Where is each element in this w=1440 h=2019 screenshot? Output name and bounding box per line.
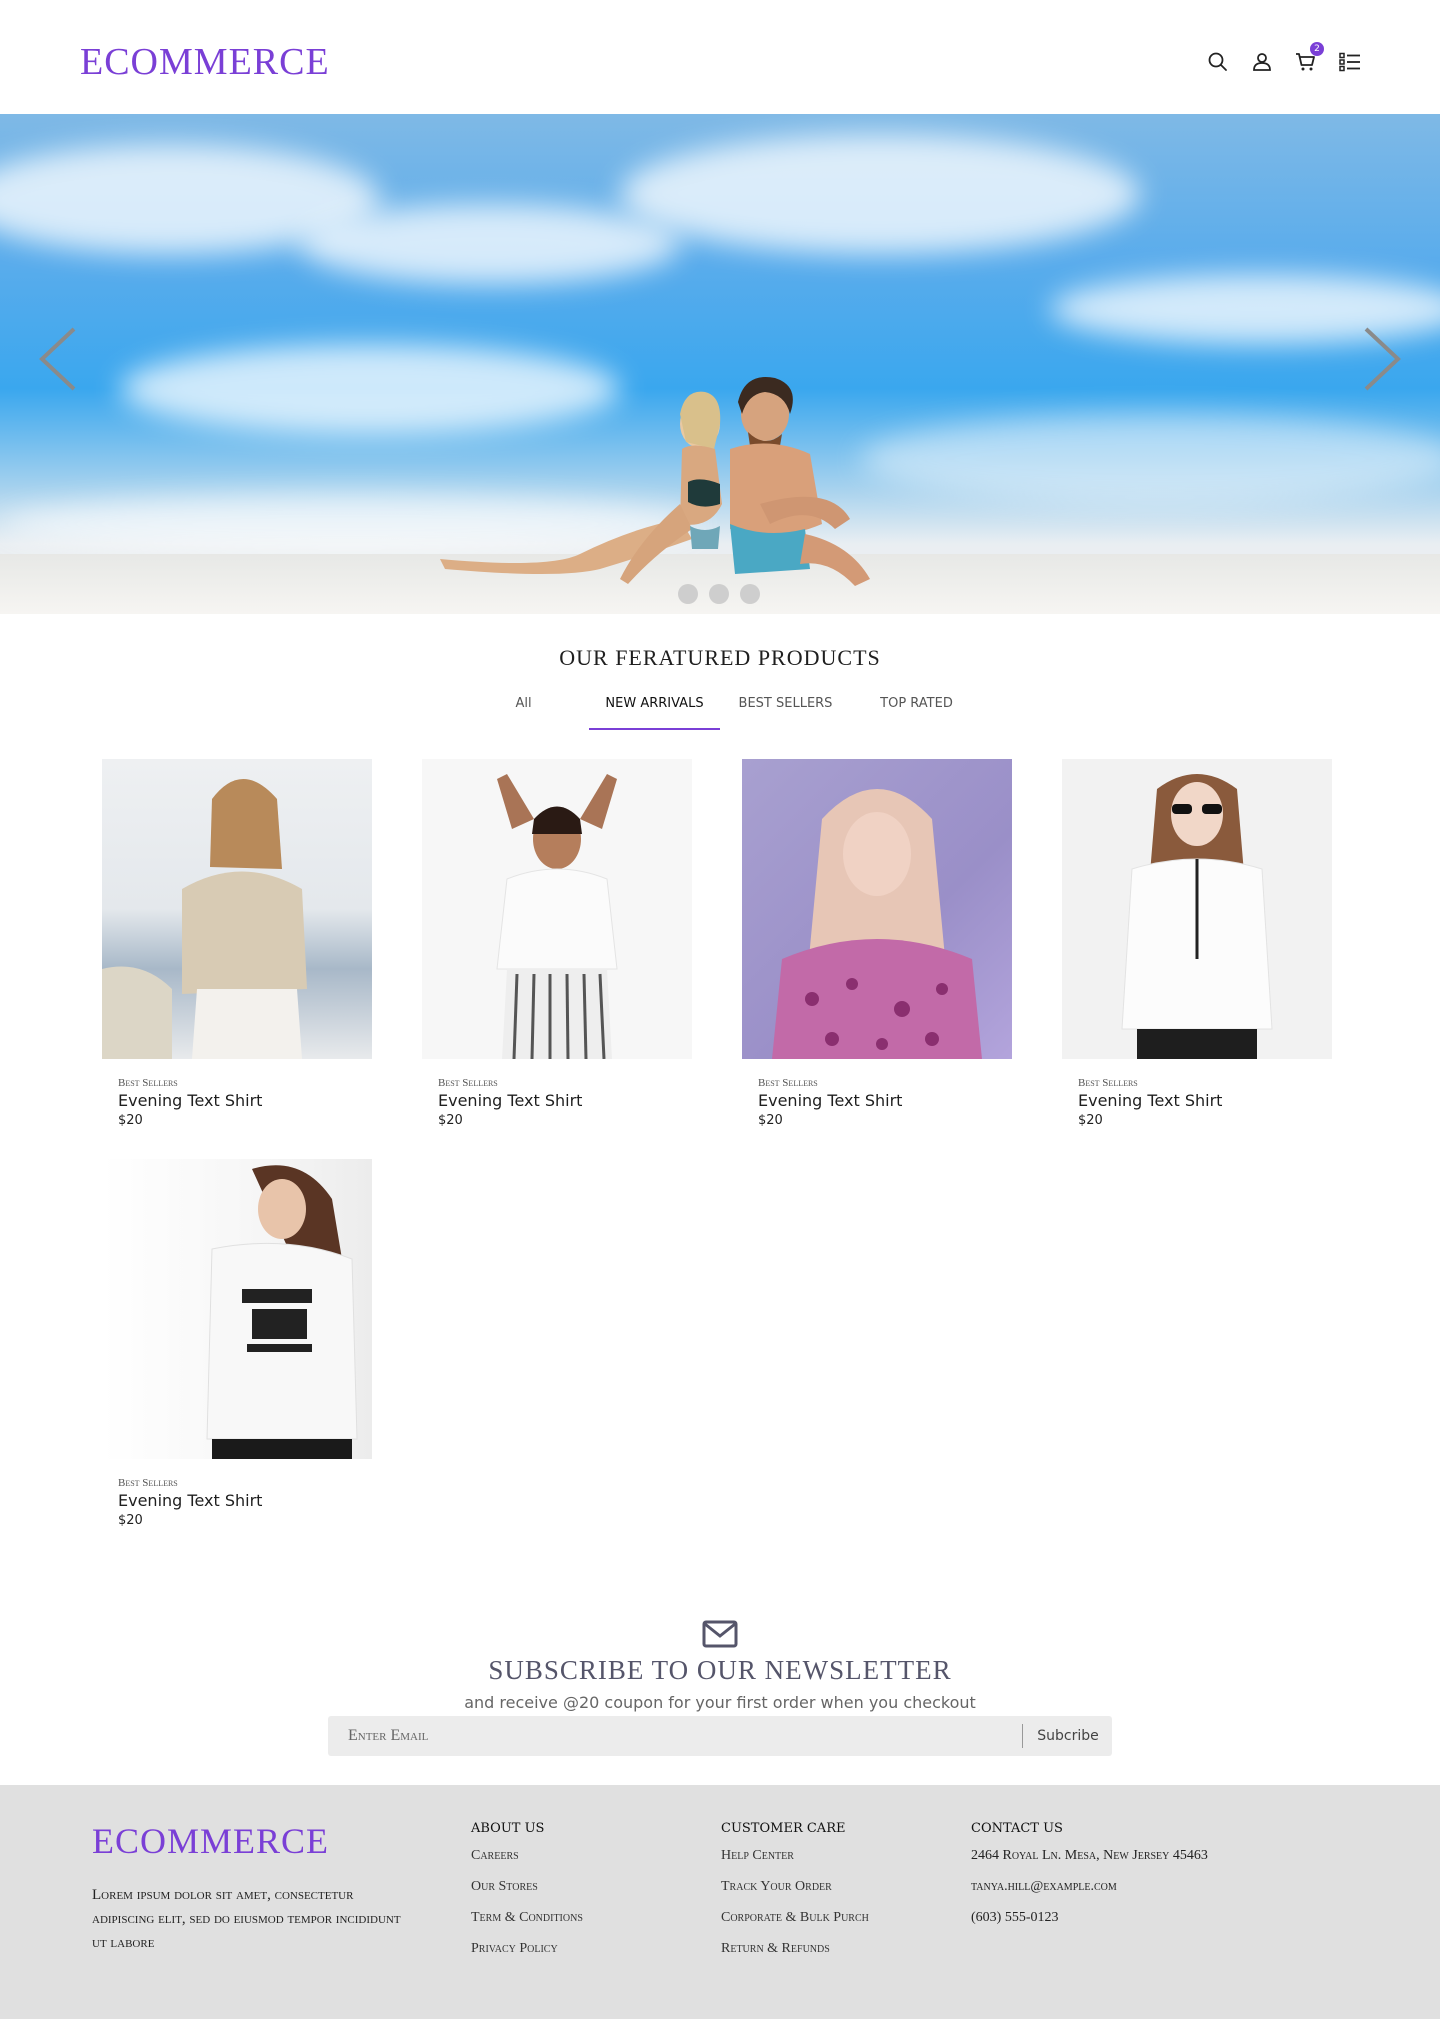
newsletter-form: Subcribe: [328, 1716, 1112, 1756]
footer-logo[interactable]: ECOMMERCE: [92, 1820, 329, 1862]
product-image[interactable]: [1062, 759, 1332, 1059]
hero-cloud: [620, 134, 1140, 254]
product-card[interactable]: Best Sellers Evening Text Shirt $20: [102, 759, 372, 1128]
product-image[interactable]: [422, 759, 692, 1059]
slider-prev-arrow[interactable]: [34, 324, 84, 394]
tab-top-rated[interactable]: TOP RATED: [851, 696, 982, 711]
product-image[interactable]: [102, 1159, 372, 1459]
footer-phone[interactable]: (603) 555-0123: [971, 1910, 1208, 1926]
slider-dot-1[interactable]: [678, 584, 698, 604]
tab-best-sellers[interactable]: BEST SELLERS: [720, 696, 851, 711]
tab-all[interactable]: All: [458, 696, 589, 711]
product-tabs: All NEW ARRIVALS BEST SELLERS TOP RATED: [458, 690, 982, 732]
hero-slider: [0, 114, 1440, 614]
brand-logo[interactable]: ECOMMERCE: [80, 40, 330, 84]
footer-link-careers[interactable]: Careers: [471, 1848, 583, 1864]
footer-contact-column: CONTACT US 2464 Royal Ln. Mesa, New Jers…: [971, 1821, 1208, 1941]
product-price: $20: [438, 1113, 463, 1128]
tab-new-arrivals[interactable]: NEW ARRIVALS: [589, 696, 720, 711]
user-icon[interactable]: [1250, 50, 1274, 74]
hero-cloud: [300, 204, 680, 284]
cart-count-badge: 2: [1310, 42, 1324, 56]
product-price: $20: [1078, 1113, 1103, 1128]
product-image[interactable]: [742, 759, 1012, 1059]
active-tab-indicator: [589, 728, 720, 730]
hero-couple-image: [440, 377, 870, 586]
footer-description: Lorem ipsum dolor sit amet, consectetur …: [92, 1887, 401, 1951]
product-card[interactable]: Best Sellers Evening Text Shirt $20: [102, 1159, 372, 1528]
product-name[interactable]: Evening Text Shirt: [118, 1491, 372, 1510]
newsletter-title: SUBSCRIBE TO OUR NEWSLETTER: [488, 1655, 952, 1685]
newsletter-subtitle: and receive @20 coupon for your first or…: [464, 1693, 976, 1712]
footer-address: 2464 Royal Ln. Mesa, New Jersey 45463: [971, 1848, 1208, 1863]
product-name[interactable]: Evening Text Shirt: [758, 1091, 1012, 1110]
site-footer: ECOMMERCE Lorem ipsum dolor sit amet, co…: [0, 1785, 1440, 2019]
footer-link-track-order[interactable]: Track Your Order: [721, 1879, 869, 1895]
product-card[interactable]: Best Sellers Evening Text Shirt $20: [1062, 759, 1332, 1128]
product-price: $20: [118, 1513, 143, 1528]
product-category: Best Sellers: [438, 1077, 498, 1089]
footer-link-returns[interactable]: Return & Refunds: [721, 1941, 869, 1957]
product-card[interactable]: Best Sellers Evening Text Shirt $20: [422, 759, 692, 1128]
product-price: $20: [118, 1113, 143, 1128]
product-name[interactable]: Evening Text Shirt: [438, 1091, 692, 1110]
product-name[interactable]: Evening Text Shirt: [118, 1091, 372, 1110]
form-divider: [1022, 1724, 1023, 1748]
search-icon[interactable]: [1206, 50, 1230, 74]
footer-care-column: CUSTOMER CARE Help Center Track Your Ord…: [721, 1821, 869, 1972]
product-category: Best Sellers: [118, 1077, 178, 1089]
footer-care-heading: CUSTOMER CARE: [721, 1821, 846, 1836]
list-menu-icon[interactable]: [1338, 50, 1362, 74]
hero-cloud: [860, 414, 1440, 504]
featured-title: OUR FERATURED PRODUCTS: [559, 645, 881, 670]
product-image[interactable]: [102, 759, 372, 1059]
header-icons: 2: [1206, 42, 1362, 74]
footer-link-help-center[interactable]: Help Center: [721, 1848, 869, 1864]
email-input[interactable]: [328, 1716, 1022, 1756]
footer-link-terms[interactable]: Term & Conditions: [471, 1910, 583, 1926]
product-card[interactable]: Best Sellers Evening Text Shirt $20: [742, 759, 1012, 1128]
footer-link-privacy[interactable]: Privacy Policy: [471, 1941, 583, 1957]
product-name[interactable]: Evening Text Shirt: [1078, 1091, 1332, 1110]
slider-dot-3[interactable]: [740, 584, 760, 604]
cart-icon[interactable]: 2: [1294, 42, 1324, 74]
product-price: $20: [758, 1113, 783, 1128]
site-header: ECOMMERCE 2: [0, 0, 1440, 114]
slider-dot-2[interactable]: [709, 584, 729, 604]
product-category: Best Sellers: [758, 1077, 818, 1089]
slider-dots: [678, 584, 760, 604]
product-category: Best Sellers: [1078, 1077, 1138, 1089]
footer-about-heading: ABOUT US: [471, 1821, 545, 1836]
footer-email[interactable]: tanya.hill@example.com: [971, 1879, 1208, 1895]
footer-link-our-stores[interactable]: Our Stores: [471, 1879, 583, 1895]
product-category: Best Sellers: [118, 1477, 178, 1489]
footer-about-column: ABOUT US Careers Our Stores Term & Condi…: [471, 1821, 583, 1972]
footer-contact-heading: CONTACT US: [971, 1821, 1063, 1836]
footer-link-corporate[interactable]: Corporate & Bulk Purch: [721, 1910, 869, 1926]
mail-icon: [702, 1620, 738, 1648]
slider-next-arrow[interactable]: [1356, 324, 1406, 394]
subscribe-button[interactable]: Subcribe: [1024, 1716, 1112, 1756]
